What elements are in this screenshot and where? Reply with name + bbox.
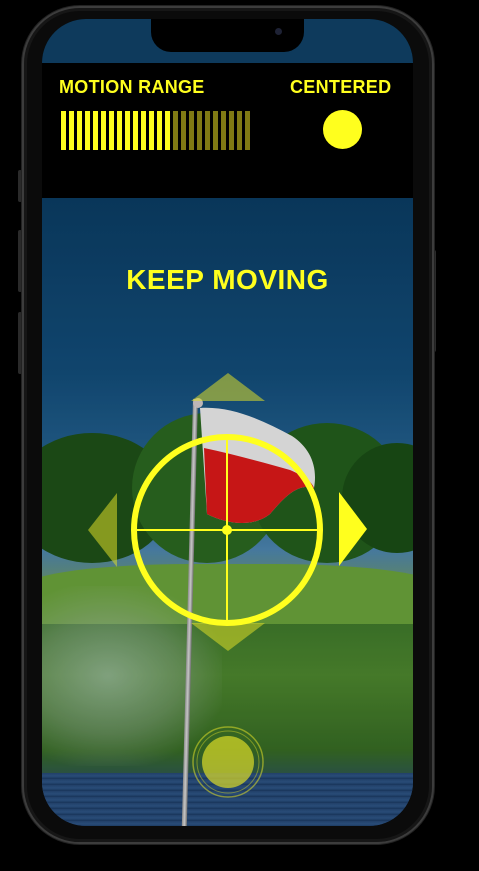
motion-range-bar — [85, 111, 90, 150]
arrow-left-icon — [88, 493, 117, 567]
centered-indicator — [323, 110, 362, 149]
shutter-knob-icon[interactable] — [191, 725, 265, 799]
motion-range-bar — [245, 111, 250, 150]
hud-panel: MOTION RANGE CENTERED — [42, 63, 413, 198]
motion-range-bar — [189, 111, 194, 150]
motion-range-bar — [133, 111, 138, 150]
motion-range-bar — [213, 111, 218, 150]
motion-range-bar — [125, 111, 130, 150]
motion-range-bar — [181, 111, 186, 150]
motion-range-bar — [237, 111, 242, 150]
camera-viewfinder[interactable]: KEEP MOVING — [42, 198, 413, 826]
motion-range-bar — [197, 111, 202, 150]
motion-range-bar — [205, 111, 210, 150]
notch — [151, 19, 304, 52]
motion-range-bar — [101, 111, 106, 150]
motion-range-bar — [77, 111, 82, 150]
motion-range-bar — [109, 111, 114, 150]
motion-range-bar — [221, 111, 226, 150]
motion-range-bar — [69, 111, 74, 150]
motion-range-bar — [117, 111, 122, 150]
motion-range-bar — [61, 111, 66, 150]
instruction-text: KEEP MOVING — [126, 264, 329, 295]
crosshair-icon — [131, 434, 323, 626]
motion-range-bar — [229, 111, 234, 150]
centered-label: CENTERED — [290, 77, 392, 97]
front-camera-icon — [275, 28, 282, 35]
app-screen: MOTION RANGE CENTERED KEEP MOVING — [42, 19, 413, 826]
motion-range-bar — [149, 111, 154, 150]
motion-range-bar — [93, 111, 98, 150]
motion-range-meter — [61, 111, 250, 150]
motion-range-bar — [165, 111, 170, 150]
arrow-right-icon — [339, 492, 367, 566]
arrow-up-icon — [191, 373, 265, 401]
motion-range-bar — [141, 111, 146, 150]
motion-range-label: MOTION RANGE — [59, 77, 205, 97]
motion-range-bar — [157, 111, 162, 150]
motion-range-bar — [173, 111, 178, 150]
